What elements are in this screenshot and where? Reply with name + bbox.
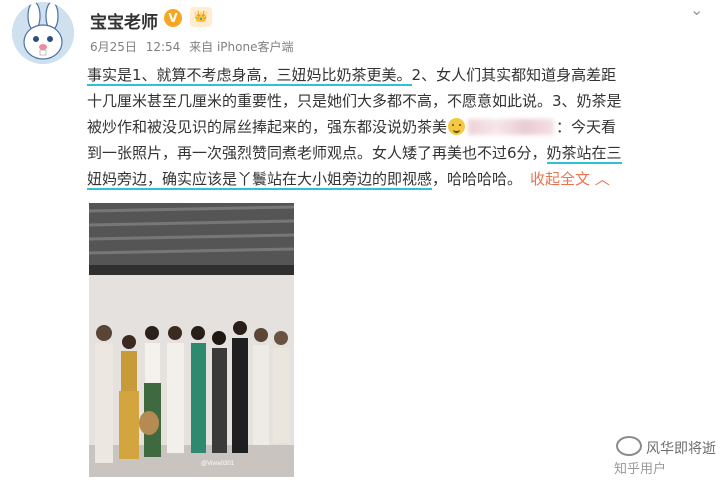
post-body: 事实是1、就算不考虑身高，三妞妈比奶茶更美。2、女人们其实都知道身高差距 十几厘… <box>87 62 709 192</box>
wechat-icon <box>616 436 642 456</box>
post-text: 到一张照片，再一次强烈赞同煮老师观点。女人矮了再美也不过6分， <box>87 144 547 162</box>
post-time[interactable]: 12:54 <box>146 40 181 54</box>
highlighted-text: 奶茶站在三 <box>546 144 622 164</box>
blurred-mention <box>468 119 555 135</box>
collapse-link[interactable]: 收起全文 ︿ <box>530 170 610 188</box>
post-source: 来自 iPhone客户端 <box>189 40 294 54</box>
watermark: 风华即将逝 <box>616 436 716 458</box>
watermark-text: 风华即将逝 <box>646 441 716 457</box>
post-meta: 6月25日 12:54 来自 iPhone客户端 <box>90 38 298 55</box>
rabbit-avatar-icon <box>12 2 74 64</box>
chevron-up-icon: ︿ <box>594 170 610 188</box>
group-photo-image: @Vivre0301 <box>89 203 294 477</box>
chevron-down-icon[interactable]: ⌄ <box>690 0 703 19</box>
post-text: 十几厘米甚至几厘米的重要性，只是她们大多都不高，不愿意如此说。3、奶茶是 <box>87 92 622 110</box>
post-line: 事实是1、就算不考虑身高，三妞妈比奶茶更美。2、女人们其实都知道身高差距 <box>87 62 709 88</box>
post-line: 十几厘米甚至几厘米的重要性，只是她们大多都不高，不愿意如此说。3、奶茶是 <box>87 88 709 114</box>
post-line: 被炒作和被没见识的屌丝捧起来的，强东都没说奶茶美 ：今天看 <box>87 114 709 140</box>
username[interactable]: 宝宝老师 <box>90 8 158 33</box>
post-date[interactable]: 6月25日 <box>90 40 137 54</box>
post-text: ，哈哈哈哈。 <box>432 170 523 188</box>
smile-emoji-icon <box>448 118 466 135</box>
highlighted-text: 事实是1、就算不考虑身高，三妞妈比奶茶更美。 <box>87 66 412 86</box>
post-text: ：今天看 <box>556 118 617 136</box>
crown-badge-icon: 👑 <box>190 7 212 27</box>
highlighted-text: 妞妈旁边，确实应该是丫鬟站在大小姐旁边的即视感 <box>87 170 433 190</box>
post-text: 2、女人们其实都知道身高差距 <box>411 66 617 84</box>
verified-badge-icon: V <box>164 9 182 27</box>
watermark-sub: 知乎用户 <box>614 462 667 477</box>
post-line: 到一张照片，再一次强烈赞同煮老师观点。女人矮了再美也不过6分，奶茶站在三 <box>87 140 709 166</box>
post-photo[interactable]: @Vivre0301 <box>89 203 294 477</box>
avatar[interactable] <box>12 2 74 64</box>
post-text: 被炒作和被没见识的屌丝捧起来的，强东都没说奶茶美 <box>87 118 448 136</box>
post-line: 妞妈旁边，确实应该是丫鬟站在大小姐旁边的即视感，哈哈哈哈。 收起全文 ︿ <box>87 166 709 192</box>
photo-caption: @Vivre0301 <box>201 461 235 467</box>
